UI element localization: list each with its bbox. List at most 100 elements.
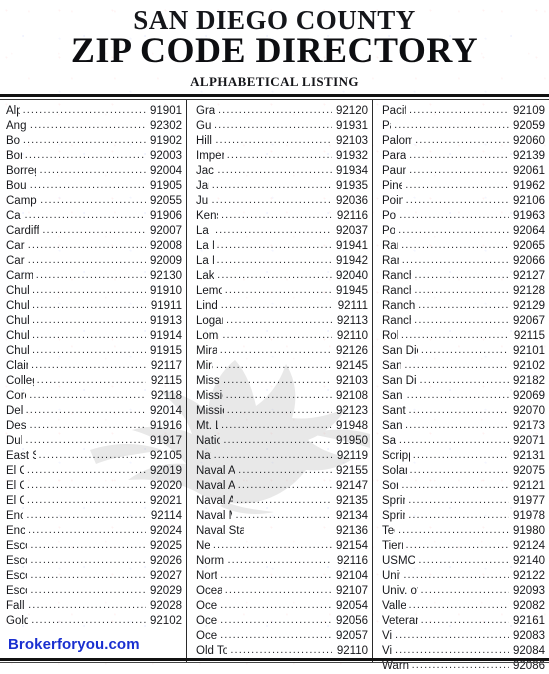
dot-leader: ........................................… — [220, 418, 332, 431]
dot-leader: ........................................… — [235, 493, 332, 506]
zip-entry-place: Encanto — [6, 509, 24, 522]
zip-entry-code: 91977 — [513, 494, 545, 507]
dot-leader: ........................................… — [404, 358, 509, 371]
zip-entry-code: 92128 — [513, 284, 545, 297]
zip-entry-code: 92103 — [336, 374, 368, 387]
zip-entry: Coronado................................… — [6, 389, 182, 404]
zip-entry: Valley Center...........................… — [382, 599, 545, 614]
zip-entry-code: 92118 — [150, 389, 182, 402]
zip-entry-code: 92093 — [513, 584, 545, 597]
zip-entry: Miramar.................................… — [196, 359, 368, 374]
zip-entry: Rancho Bernardo.........................… — [382, 269, 545, 284]
zip-entry-place: San Diego State Univ. — [382, 374, 417, 387]
zip-entry-place: Dulzura — [6, 434, 23, 447]
zip-entry: Chula Vista.............................… — [6, 299, 182, 314]
zip-entry: La Mesa.................................… — [196, 239, 368, 254]
zip-entry: Oceanside...............................… — [196, 629, 368, 644]
dot-leader: ........................................… — [412, 448, 509, 461]
dot-leader: ........................................… — [247, 524, 332, 538]
zip-entry-place: Rancho Santa Fe — [382, 314, 411, 327]
zip-entry: Boulevard...............................… — [6, 179, 182, 194]
dot-leader: ........................................… — [22, 103, 146, 116]
dot-leader: ........................................… — [408, 403, 509, 416]
zip-entry-place: Del Mar — [6, 404, 23, 417]
zip-entry-place: Rancho Bernardo — [382, 269, 411, 282]
zip-entry-place: Chula Vista — [6, 299, 29, 312]
dot-leader: ........................................… — [226, 313, 332, 326]
dot-leader: ........................................… — [415, 133, 509, 146]
zip-entry-place: Rancho Bernardo — [382, 284, 411, 297]
zip-entry: Normal Heights..........................… — [196, 554, 368, 569]
zip-entry-code: 92071 — [513, 434, 545, 447]
zip-entry-place: Mission Village — [196, 404, 224, 417]
zip-entry-place: Naval Amphibious Base — [196, 464, 236, 477]
zip-entry-code: 92161 — [513, 614, 545, 627]
dot-leader: ........................................… — [40, 193, 146, 206]
dot-leader: ........................................… — [414, 268, 509, 281]
zip-entry-code: 92111 — [337, 299, 368, 312]
zip-entry: Mission Hills...........................… — [196, 374, 368, 389]
dot-leader: ........................................… — [225, 388, 332, 401]
zip-entry-place: Chula Vista — [6, 344, 29, 357]
dot-leader: ........................................… — [31, 328, 146, 341]
zip-entry-code: 92028 — [150, 599, 182, 612]
zip-entry: Ocean Beach.............................… — [196, 584, 368, 599]
dot-leader: ........................................… — [25, 433, 146, 446]
zip-entry-code: 92115 — [513, 329, 545, 342]
dot-leader: ........................................… — [401, 238, 509, 251]
zip-column-3: Pacific Beach...........................… — [372, 99, 549, 672]
dot-leader: ........................................… — [214, 223, 332, 236]
zip-entry: East San Diego..........................… — [6, 449, 182, 464]
zip-entry-code: 91914 — [150, 329, 182, 342]
zip-entry-place: Escondido — [6, 569, 27, 582]
zip-entry: Jamul...................................… — [196, 179, 368, 194]
zip-entry: Veterans Admin. Hosp....................… — [382, 614, 545, 629]
zip-entry-place: Escondido — [6, 554, 27, 567]
dot-leader: ........................................… — [26, 493, 146, 506]
zip-entry-code: 91917 — [150, 434, 182, 447]
zip-entry-code: 92145 — [336, 359, 368, 372]
zip-entry: College Grove...........................… — [6, 374, 182, 389]
zip-entry-place: Logan Heights — [196, 314, 223, 327]
zip-entry-place: Bonita — [6, 134, 20, 147]
zip-entry-code: 91901 — [150, 104, 182, 117]
zip-entry: Univ. of California (SD)................… — [382, 584, 545, 599]
zip-entry-code: 92139 — [513, 149, 545, 162]
zip-entry: Alpine..................................… — [6, 104, 182, 119]
dot-leader: ........................................… — [36, 373, 146, 386]
zip-entry: Oceanside...............................… — [196, 599, 368, 614]
zip-entry: Guatay..................................… — [196, 119, 368, 134]
dot-leader: ........................................… — [420, 343, 509, 356]
zip-entry-code: 92154 — [336, 539, 368, 552]
dot-leader: ........................................… — [38, 448, 146, 461]
zip-entry: Escondido...............................… — [6, 584, 182, 599]
dot-leader: ........................................… — [27, 253, 146, 266]
dot-leader: ........................................… — [217, 163, 332, 176]
zip-entry-place: Spring Valley — [382, 494, 405, 507]
zip-entry-place: Descanso — [6, 419, 27, 432]
zip-entry: USMC Recruit Depot......................… — [382, 554, 545, 569]
footer-divider — [0, 658, 549, 663]
zip-entry-place: Pala — [382, 119, 391, 132]
dot-leader: ........................................… — [224, 583, 332, 596]
dot-leader: ........................................… — [222, 328, 332, 341]
dot-leader: ........................................… — [409, 148, 509, 161]
zip-entry-place: Potrero — [382, 209, 397, 222]
zip-entry-code: 92102 — [150, 614, 182, 627]
dot-leader: ........................................… — [29, 418, 146, 431]
brokerforyou-watermark[interactable]: Brokerforyou.com — [8, 636, 140, 653]
zip-entry: Old Town/Morena.........................… — [196, 644, 368, 659]
zip-entry-place: Campo — [6, 209, 21, 222]
zip-entry-code: 91911 — [150, 299, 182, 312]
zip-entry-place: Normal Heights — [196, 554, 225, 567]
zip-entry-place: Carlsbad — [6, 254, 25, 267]
zip-entry-code: 92008 — [150, 239, 182, 252]
zip-entry-code: 91948 — [336, 419, 368, 432]
dot-leader: ........................................… — [26, 478, 146, 491]
zip-entry: Vista...................................… — [382, 629, 545, 644]
zip-entry-place: Pacific Beach — [382, 104, 406, 117]
zip-entry-place: Paradise Hills — [382, 149, 407, 162]
dot-leader: ........................................… — [405, 418, 509, 431]
zip-entry-code: 92106 — [513, 194, 545, 207]
zip-entry-place: Guatay — [196, 119, 212, 132]
